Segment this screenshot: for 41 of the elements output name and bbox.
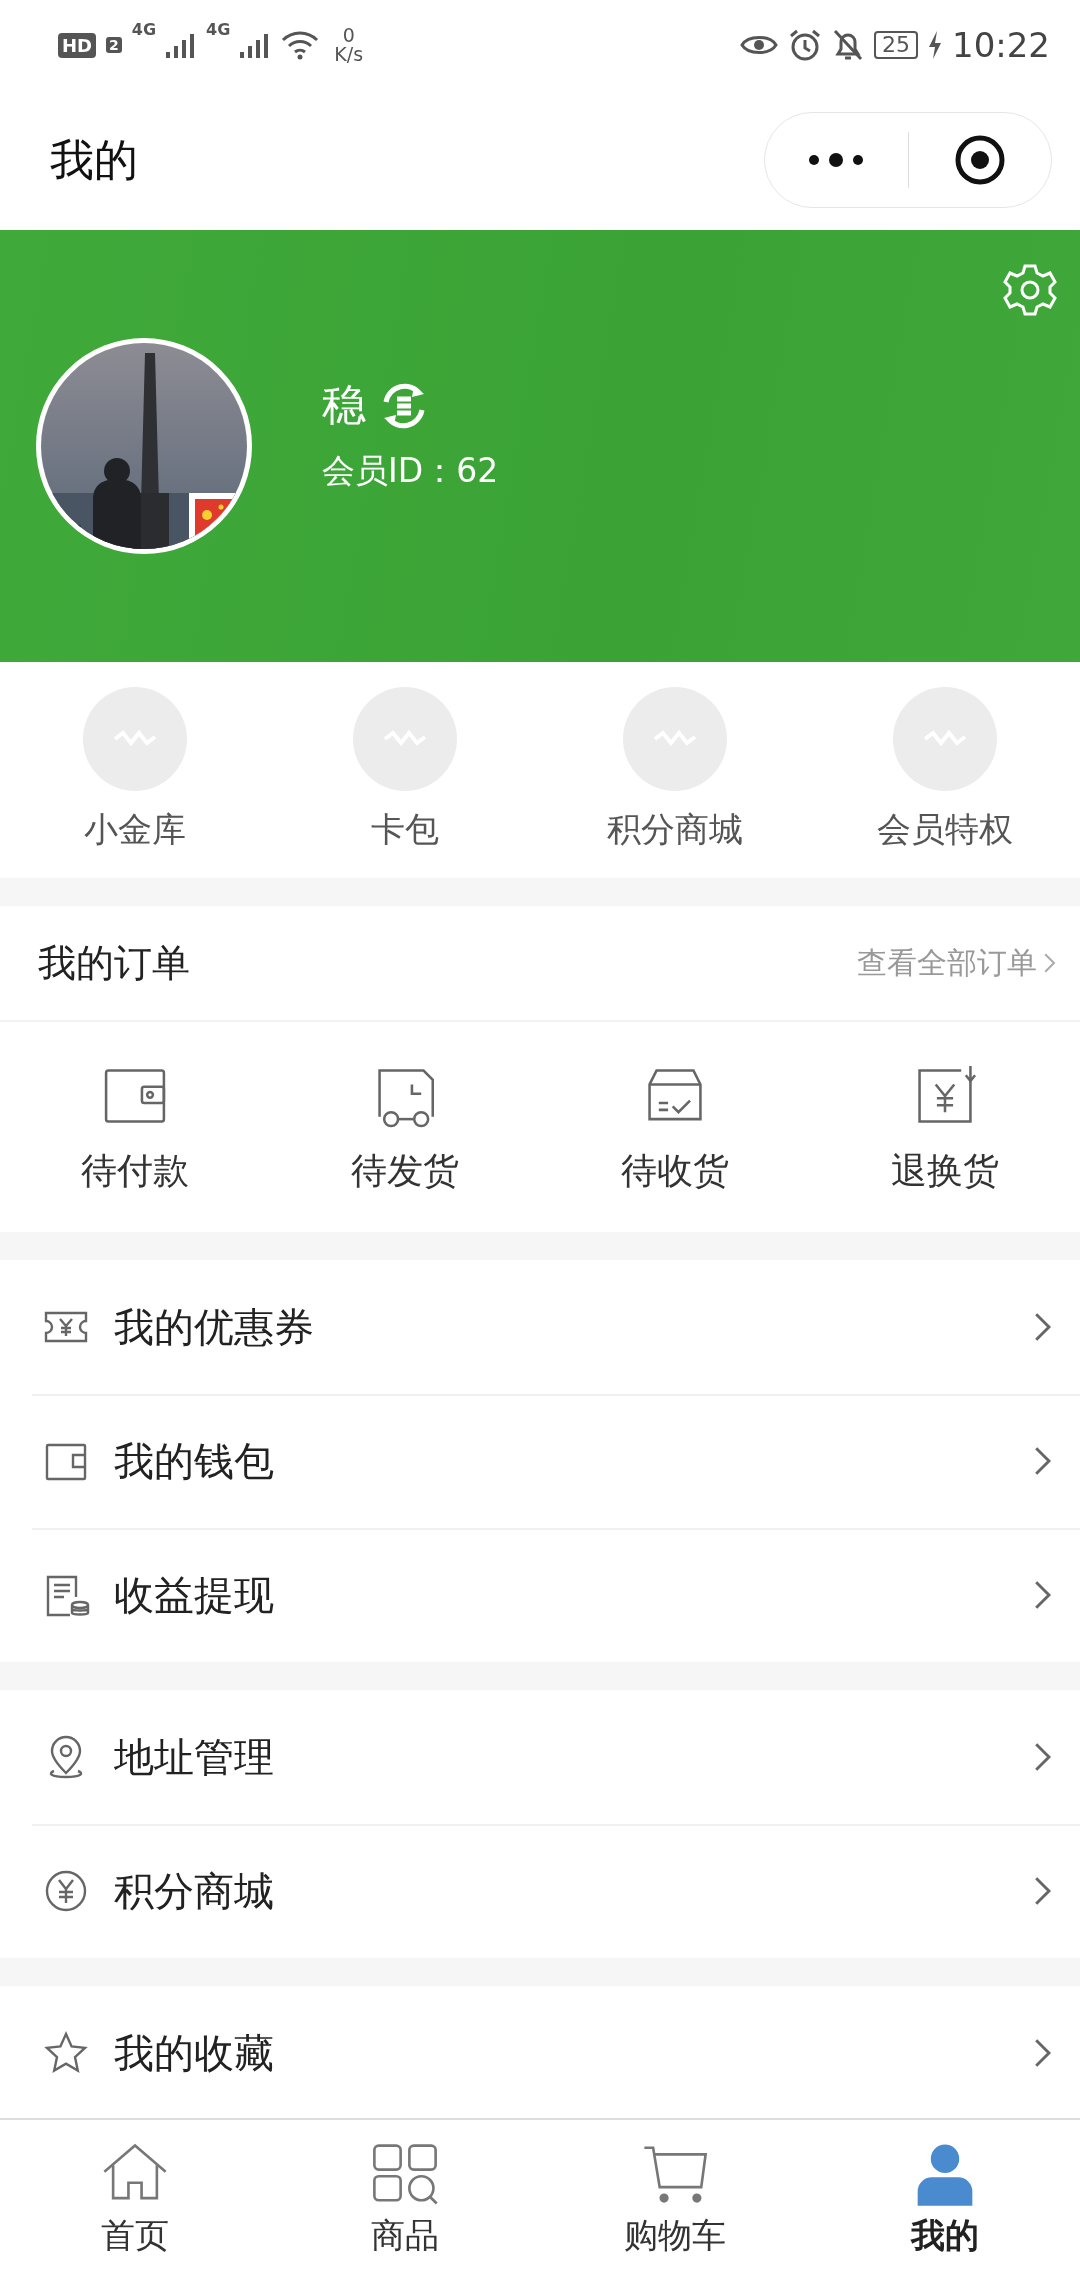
- speed-value: 0: [342, 26, 355, 45]
- settings-button[interactable]: [1002, 262, 1058, 318]
- tab-item[interactable]: 购物车: [540, 2120, 810, 2280]
- order-status-item[interactable]: 待收货: [540, 1022, 810, 1232]
- network-type: 4G: [131, 20, 157, 39]
- section-title: 我的订单: [38, 939, 190, 987]
- shortcut-item[interactable]: 会员特权: [810, 662, 1080, 878]
- speed-unit: K/s: [334, 45, 364, 64]
- tab-item[interactable]: 首页: [0, 2120, 270, 2280]
- order-status-item[interactable]: 退换货: [810, 1022, 1080, 1232]
- target-icon: [953, 134, 1006, 186]
- more-icon: [808, 152, 865, 168]
- user-name: 稳: [322, 378, 366, 432]
- member-id: 会员ID：62: [322, 450, 499, 492]
- chevron-right-icon: [1032, 1445, 1052, 1477]
- alarm-icon: [788, 28, 822, 62]
- shortcut-item[interactable]: 小金库: [0, 662, 270, 878]
- tab-item[interactable]: 商品: [270, 2120, 540, 2280]
- wifi-icon: [280, 30, 321, 60]
- order-status-item[interactable]: 待发货: [270, 1022, 540, 1232]
- settings-icon: [1002, 262, 1058, 318]
- charging-icon: [928, 31, 942, 59]
- muted-bell-icon: [832, 28, 864, 62]
- chevron-right-icon: [1042, 952, 1056, 974]
- chevron-right-icon: [1032, 1579, 1052, 1611]
- network-type: 4G: [206, 20, 231, 39]
- signal-icon: [240, 32, 271, 58]
- tab-item[interactable]: 我的: [810, 2120, 1080, 2280]
- clock-time: 10:22: [952, 25, 1050, 65]
- chevron-right-icon: [1032, 2037, 1052, 2069]
- signal-icon: [166, 32, 197, 58]
- chevron-right-icon: [1032, 1741, 1052, 1773]
- chevron-right-icon: [1032, 1875, 1052, 1907]
- sim-number: 2: [106, 37, 122, 53]
- page-title: 我的: [50, 132, 138, 187]
- chevron-right-icon: [1032, 1311, 1052, 1343]
- shortcut-item[interactable]: 积分商城: [540, 662, 810, 878]
- hd-badge: HD: [58, 32, 96, 58]
- shortcut-item[interactable]: 卡包: [270, 662, 540, 878]
- order-status-item[interactable]: 待付款: [0, 1022, 270, 1232]
- battery-level: 25: [874, 30, 918, 60]
